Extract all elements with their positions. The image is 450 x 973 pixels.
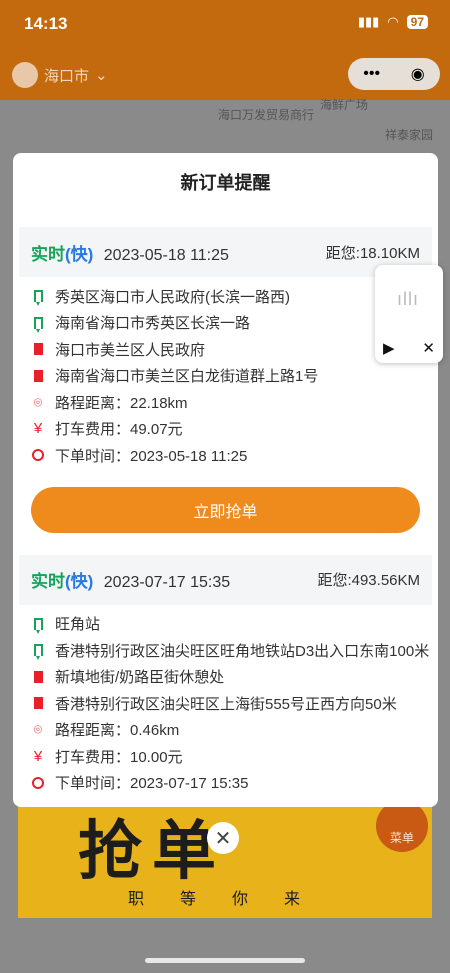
order-mode-prefix: 实时 — [31, 572, 65, 591]
route-distance-row: ⌾ 路程距离：0.46km — [31, 717, 432, 744]
start-name-row: 旺角站 — [31, 611, 432, 638]
route-distance: 路程距离：0.46km — [55, 722, 180, 740]
start-address: 香港特别行政区油尖旺区旺角地铁站D3出入口东南100米 — [55, 642, 430, 660]
app-header: 海口市 ⌄ ••• ◉ — [0, 48, 450, 100]
start-bookmark-icon — [31, 617, 45, 634]
clock-icon — [31, 449, 45, 462]
order-card: 实时(快) 2023-05-18 11:25 距您:18.10KM 秀英区海口市… — [19, 227, 432, 533]
end-name: 新填地街/奶路臣街休憩处 — [55, 669, 225, 687]
fare-row: ¥ 打车费用：10.00元 — [31, 743, 432, 770]
route-distance-row: ⌾ 路程距离：22.18km — [31, 389, 432, 416]
order-mode-type: (快) — [65, 572, 94, 591]
route-distance: 路程距离：22.18km — [55, 394, 188, 412]
promo-banner[interactable]: 抢单 职等你来 — [18, 790, 432, 918]
new-order-modal: 新订单提醒 实时(快) 2023-05-18 11:25 距您:18.10KM … — [13, 153, 438, 807]
modal-close-button[interactable]: ✕ — [207, 822, 239, 854]
miniapp-capsule: ••• ◉ — [348, 58, 440, 90]
start-name-row: 秀英区海口市人民政府(长滨一路西) — [31, 283, 432, 310]
play-icon[interactable]: ▶ — [383, 339, 395, 357]
start-address: 海南省海口市秀英区长滨一路 — [55, 315, 251, 333]
order-header: 实时(快) 2023-05-18 11:25 距您:18.10KM — [19, 227, 432, 277]
end-bookmark-icon — [31, 369, 45, 382]
city-label: 海口市 — [44, 67, 90, 85]
yen-icon: ¥ — [33, 420, 43, 438]
city-selector[interactable]: 海口市 ⌄ — [12, 62, 108, 88]
order-time: 下单时间：2023-05-18 11:25 — [55, 447, 248, 465]
clock-icon — [31, 776, 45, 789]
grab-order-button[interactable]: 立即抢单 — [31, 486, 420, 533]
order-time-row: 下单时间：2023-07-17 15:35 — [31, 770, 432, 797]
order-distance: 距您:18.10KM — [325, 244, 420, 262]
banner-subtitle: 职等你来 — [128, 891, 337, 908]
start-bookmark-icon — [31, 316, 45, 333]
end-bookmark-icon — [31, 343, 45, 356]
order-mode-prefix: 实时 — [31, 244, 65, 264]
order-mode-type: (快) — [65, 244, 94, 264]
fare-row: ¥ 打车费用：49.07元 — [31, 416, 432, 443]
end-address: 香港特别行政区油尖旺区上海街555号正西方向50米 — [55, 695, 397, 713]
start-address-row: 海南省海口市秀英区长滨一路 — [31, 310, 432, 337]
end-address-row: 香港特别行政区油尖旺区上海街555号正西方向50米 — [31, 690, 432, 717]
start-bookmark-icon — [31, 644, 45, 661]
order-header: 实时(快) 2023-07-17 15:35 距您:493.56KM — [19, 554, 432, 605]
banner-title: 抢单 — [78, 815, 226, 887]
order-time: 下单时间：2023-07-17 15:35 — [55, 775, 249, 793]
location-pin-icon: ⌾ — [33, 393, 43, 410]
audio-wave-icon: ıllı — [397, 289, 419, 309]
order-datetime: 2023-07-17 15:35 — [103, 574, 231, 591]
menu-button[interactable]: 菜单 — [376, 800, 428, 852]
status-time: 14:13 — [24, 14, 68, 33]
start-bookmark-icon — [31, 290, 45, 307]
map-label: 祥泰家园 — [385, 128, 434, 142]
order-distance: 距您:493.56KM — [317, 572, 420, 589]
chevron-down-icon: ⌄ — [95, 67, 108, 84]
end-name: 海口市美兰区人民政府 — [55, 341, 206, 359]
order-datetime: 2023-05-18 11:25 — [103, 246, 229, 264]
status-bar: 14:13 ▮▮▮ ◠ 97 — [0, 0, 450, 48]
start-name: 秀英区海口市人民政府(长滨一路西) — [55, 288, 290, 306]
map-label: 海口万发贸易商行 — [218, 108, 315, 122]
home-indicator — [145, 958, 305, 963]
more-icon[interactable]: ••• — [363, 65, 380, 83]
end-name-row: 海口市美兰区人民政府 — [31, 336, 432, 363]
battery-indicator: 97 — [406, 15, 428, 29]
location-pin-icon: ⌾ — [33, 721, 43, 738]
end-bookmark-icon — [31, 670, 45, 683]
start-name: 旺角站 — [55, 616, 101, 634]
close-icon[interactable]: ✕ — [422, 339, 435, 357]
modal-title: 新订单提醒 — [180, 173, 271, 193]
end-address-row: 海南省海口市美兰区白龙街道群上路1号 — [31, 363, 432, 390]
status-icons: ▮▮▮ ◠ 97 — [358, 14, 428, 30]
fare: 打车费用：49.07元 — [55, 421, 183, 439]
avatar[interactable] — [12, 62, 38, 88]
map-label: 海鲜广场 — [320, 98, 369, 112]
audio-player-widget: ıllı ▶ ✕ — [375, 265, 443, 363]
target-icon[interactable]: ◉ — [411, 64, 425, 84]
yen-icon: ¥ — [33, 747, 43, 765]
order-time-row: 下单时间：2023-05-18 11:25 — [31, 442, 432, 469]
signal-icon: ▮▮▮ — [357, 14, 380, 29]
wifi-icon: ◠ — [387, 14, 399, 29]
end-address: 海南省海口市美兰区白龙街道群上路1号 — [55, 368, 319, 386]
end-bookmark-icon — [31, 697, 45, 710]
order-card: 实时(快) 2023-07-17 15:35 距您:493.56KM 旺角站 香… — [19, 554, 432, 797]
end-name-row: 新填地街/奶路臣街休憩处 — [31, 664, 432, 691]
fare: 打车费用：10.00元 — [55, 748, 183, 766]
start-address-row: 香港特别行政区油尖旺区旺角地铁站D3出入口东南100米 — [31, 637, 432, 664]
